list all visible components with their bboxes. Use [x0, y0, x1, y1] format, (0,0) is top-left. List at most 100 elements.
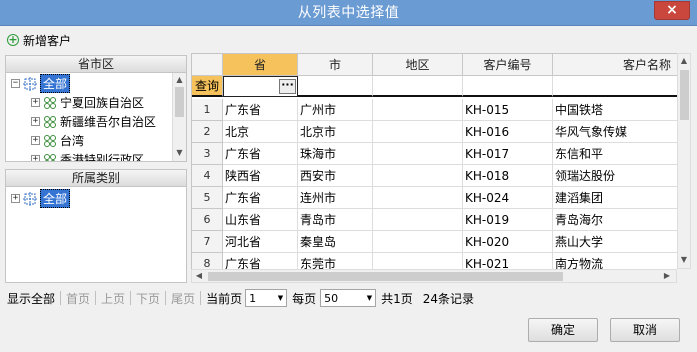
query-input-district[interactable]: [373, 76, 463, 97]
column-header-district[interactable]: 地区: [373, 54, 463, 76]
scroll-thumb[interactable]: [208, 272, 563, 281]
column-header-customer-name[interactable]: 客户名称: [553, 54, 677, 76]
cell-customer-name[interactable]: 东信和平: [553, 143, 677, 165]
row-number: 4: [192, 165, 223, 187]
per-page-select[interactable]: 50 ▼: [320, 289, 377, 307]
cell-city[interactable]: 北京市: [298, 121, 373, 143]
expand-icon[interactable]: +: [31, 155, 40, 161]
dotted-node-icon: [23, 191, 37, 206]
cell-customer-name[interactable]: 青岛海尔: [553, 209, 677, 231]
cell-city[interactable]: 广州市: [298, 99, 373, 121]
cell-province[interactable]: 广东省: [223, 187, 298, 209]
cell-district[interactable]: [373, 99, 463, 121]
cell-district[interactable]: [373, 165, 463, 187]
scroll-left-icon[interactable]: ◀: [194, 271, 204, 280]
cell-customer-code[interactable]: KH-016: [463, 121, 553, 143]
tree-item-xinjiang[interactable]: + 新疆维吾尔自治区: [31, 112, 156, 131]
scroll-down-icon[interactable]: ▼: [678, 255, 690, 264]
cell-province[interactable]: 广东省: [223, 253, 298, 269]
cell-customer-name[interactable]: 建滔集团: [553, 187, 677, 209]
cancel-button[interactable]: 取消: [610, 318, 680, 342]
pager: 显示全部 首页 上页 下页 尾页 当前页 1 ▼ 每页 50 ▼ 共1页 24条记录: [7, 289, 474, 307]
cell-city[interactable]: 秦皇岛: [298, 231, 373, 253]
cell-customer-code[interactable]: KH-019: [463, 209, 553, 231]
add-customer-label: 新增客户: [23, 33, 72, 48]
current-page-select[interactable]: 1 ▼: [245, 289, 288, 307]
grid-vertical-scrollbar[interactable]: ▲ ▼: [677, 53, 691, 269]
collapse-icon[interactable]: −: [11, 79, 20, 88]
expand-icon[interactable]: +: [31, 117, 40, 126]
cell-province[interactable]: 广东省: [223, 143, 298, 165]
ok-button[interactable]: 确定: [528, 318, 598, 342]
add-customer-button[interactable]: + 新增客户: [7, 32, 71, 48]
divider: [95, 291, 97, 305]
next-page-link[interactable]: 下页: [136, 290, 160, 307]
row-number: 1: [192, 99, 223, 121]
cell-customer-code[interactable]: KH-020: [463, 231, 553, 253]
cell-province[interactable]: 广东省: [223, 99, 298, 121]
ellipsis-button[interactable]: ···: [279, 79, 296, 94]
cell-customer-code[interactable]: KH-021: [463, 253, 553, 269]
cell-district[interactable]: [373, 121, 463, 143]
tree-item-label: 台湾: [60, 134, 85, 148]
cell-district[interactable]: [373, 209, 463, 231]
cell-district[interactable]: [373, 187, 463, 209]
scroll-thumb[interactable]: [175, 87, 184, 117]
cell-customer-code[interactable]: KH-018: [463, 165, 553, 187]
cell-customer-name[interactable]: 南方物流: [553, 253, 677, 269]
scroll-down-icon[interactable]: ▼: [173, 148, 186, 157]
cell-city[interactable]: 珠海市: [298, 143, 373, 165]
tree-item-hongkong[interactable]: + 香港特别行政区: [31, 150, 144, 161]
query-input-city[interactable]: [298, 76, 373, 97]
scroll-up-icon[interactable]: ▲: [173, 75, 186, 84]
total-pages: 共1页: [381, 291, 413, 306]
tree-item-all-regions[interactable]: − 全部: [11, 74, 71, 93]
query-input-customer-name[interactable]: [553, 76, 677, 97]
first-page-link[interactable]: 首页: [66, 290, 90, 307]
scroll-thumb[interactable]: [680, 70, 689, 120]
cell-customer-name[interactable]: 领瑞达股份: [553, 165, 677, 187]
close-button[interactable]: ×: [654, 1, 690, 20]
query-input-province[interactable]: ···: [223, 76, 298, 97]
show-all-link[interactable]: 显示全部: [7, 290, 55, 307]
column-header-province[interactable]: 省: [223, 54, 298, 76]
cell-customer-code[interactable]: KH-015: [463, 99, 553, 121]
cell-district[interactable]: [373, 253, 463, 269]
cell-customer-name[interactable]: 燕山大学: [553, 231, 677, 253]
expand-icon[interactable]: +: [11, 194, 20, 203]
column-header-city[interactable]: 市: [298, 54, 373, 76]
cell-customer-code[interactable]: KH-017: [463, 143, 553, 165]
cell-customer-name[interactable]: 中国铁塔: [553, 99, 677, 121]
cell-city[interactable]: 连州市: [298, 187, 373, 209]
dropdown-arrow-icon: ▼: [277, 294, 284, 302]
scroll-up-icon[interactable]: ▲: [678, 56, 690, 65]
cell-district[interactable]: [373, 231, 463, 253]
region-tree-scrollbar[interactable]: ▲ ▼: [172, 73, 186, 161]
tree-item-taiwan[interactable]: + 台湾: [31, 131, 84, 150]
cell-customer-name[interactable]: 华风气象传媒: [553, 121, 677, 143]
cell-district[interactable]: [373, 143, 463, 165]
scroll-right-icon[interactable]: ▶: [662, 271, 672, 280]
current-page-value: 1: [249, 291, 257, 305]
cell-province[interactable]: 河北省: [223, 231, 298, 253]
last-page-link[interactable]: 尾页: [171, 290, 195, 307]
tree-item-all-categories[interactable]: + 全部: [11, 189, 71, 208]
cell-province[interactable]: 山东省: [223, 209, 298, 231]
prev-page-link[interactable]: 上页: [101, 290, 125, 307]
cell-city[interactable]: 青岛市: [298, 209, 373, 231]
divider: [60, 291, 62, 305]
expand-icon[interactable]: +: [31, 136, 40, 145]
tree-item-ningxia[interactable]: + 宁夏回族自治区: [31, 93, 144, 112]
row-number: 8: [192, 253, 223, 269]
cell-city[interactable]: 西安市: [298, 165, 373, 187]
cell-province[interactable]: 北京: [223, 121, 298, 143]
cell-customer-code[interactable]: KH-024: [463, 187, 553, 209]
grid-horizontal-scrollbar[interactable]: ◀ ▶: [191, 269, 677, 283]
cell-province[interactable]: 陕西省: [223, 165, 298, 187]
column-header-customer-code[interactable]: 客户编号: [463, 54, 553, 76]
row-number: 2: [192, 121, 223, 143]
cell-city[interactable]: 东莞市: [298, 253, 373, 269]
region-panel-header: 省市区: [5, 55, 187, 73]
expand-icon[interactable]: +: [31, 98, 40, 107]
query-input-customer-code[interactable]: [463, 76, 553, 97]
